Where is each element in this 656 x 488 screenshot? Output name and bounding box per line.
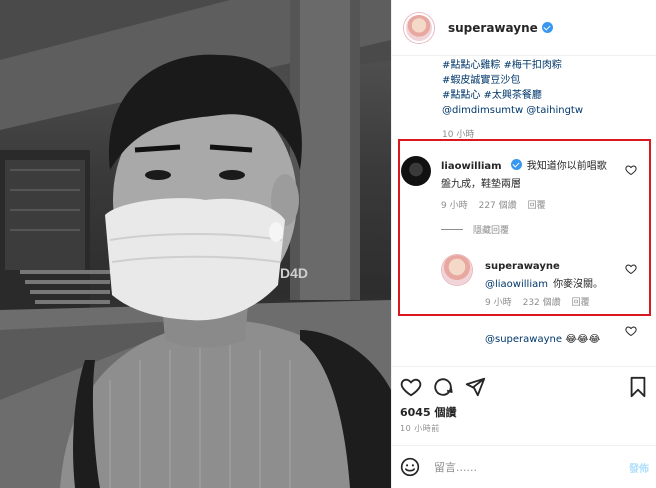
post-details-panel: superawayne #點點心雞粽 #梅干扣肉粽 #蝦皮誠實豆沙包 #點點心 … [391,0,656,488]
comment-text-line1: 我知道你以前唱歌 [526,161,607,172]
post-photo: D4D [0,0,391,488]
author-avatar[interactable] [404,12,434,43]
hide-replies-toggle[interactable]: 隱藏回覆 [441,223,509,236]
hide-replies-label[interactable]: 隱藏回覆 [473,223,509,236]
verified-badge-icon [510,159,522,170]
like-heart-icon[interactable] [400,376,422,398]
reply-username[interactable]: superawayne [485,261,560,272]
partial-comment-mention[interactable]: @superawayne [485,334,562,345]
partial-comment: @superawayne 😂😂😂 [485,334,600,345]
reply-time[interactable]: 9 小時 [485,295,512,308]
reply-avatar[interactable] [442,255,472,285]
heart-icon[interactable] [625,325,637,337]
reply-meta: 9 小時 232 個讚 回覆 [485,295,590,308]
divider-dash [441,229,463,230]
reply-mention[interactable]: @liaowilliam [485,279,548,290]
reply-text: 你麥沒關。 [553,279,604,290]
caption-line[interactable]: #點點心雞粽 #梅干扣肉粽 [442,58,652,73]
heart-icon[interactable] [625,263,637,275]
selfie-photo-illustration: D4D [0,0,391,488]
post-caption: #點點心雞粽 #梅干扣肉粽 #蝦皮誠實豆沙包 #點點心 #太興茶餐廳 @dimd… [442,58,652,118]
commenter-avatar[interactable] [401,156,431,186]
reply-reply-button[interactable]: 回覆 [572,295,590,308]
reply-likes[interactable]: 232 個讚 [523,295,561,308]
post-comment-button[interactable]: 發佈 [629,460,649,475]
post-timestamp[interactable]: 10 小時前 [400,423,440,434]
caption-line[interactable]: @dimdimsumtw @taihingtw [442,103,652,118]
caption-line[interactable]: #蝦皮誠實豆沙包 [442,73,652,88]
emoji-smiley-icon[interactable] [400,457,420,477]
comment-time[interactable]: 9 小時 [441,198,468,211]
commenter-username[interactable]: liaowilliam [441,161,502,172]
reply-button[interactable]: 回覆 [528,198,546,211]
author-username[interactable]: superawayne [448,21,538,35]
comment-likes[interactable]: 227 個讚 [479,198,517,211]
partial-comment-emojis: 😂😂😂 [565,334,601,345]
comment-meta: 9 小時 227 個讚 回覆 [441,198,546,211]
caption-line[interactable]: #點點心 #太興茶餐廳 [442,88,652,103]
comment-text-line2: 盤九成，鞋墊兩層 [441,179,521,190]
add-comment-bar: 發佈 [392,445,656,488]
post-header: superawayne [392,0,656,56]
bookmark-icon[interactable] [627,376,649,398]
photo-sign-text: D4D [280,265,308,281]
comment-input[interactable] [434,460,594,474]
comment-bubble-icon[interactable] [432,376,454,398]
caption-timestamp[interactable]: 10 小時 [442,127,474,140]
likes-count[interactable]: 6045 個讚 [400,404,456,420]
verified-badge-icon [541,22,553,33]
heart-icon[interactable] [625,164,637,176]
share-paper-plane-icon[interactable] [464,376,486,398]
